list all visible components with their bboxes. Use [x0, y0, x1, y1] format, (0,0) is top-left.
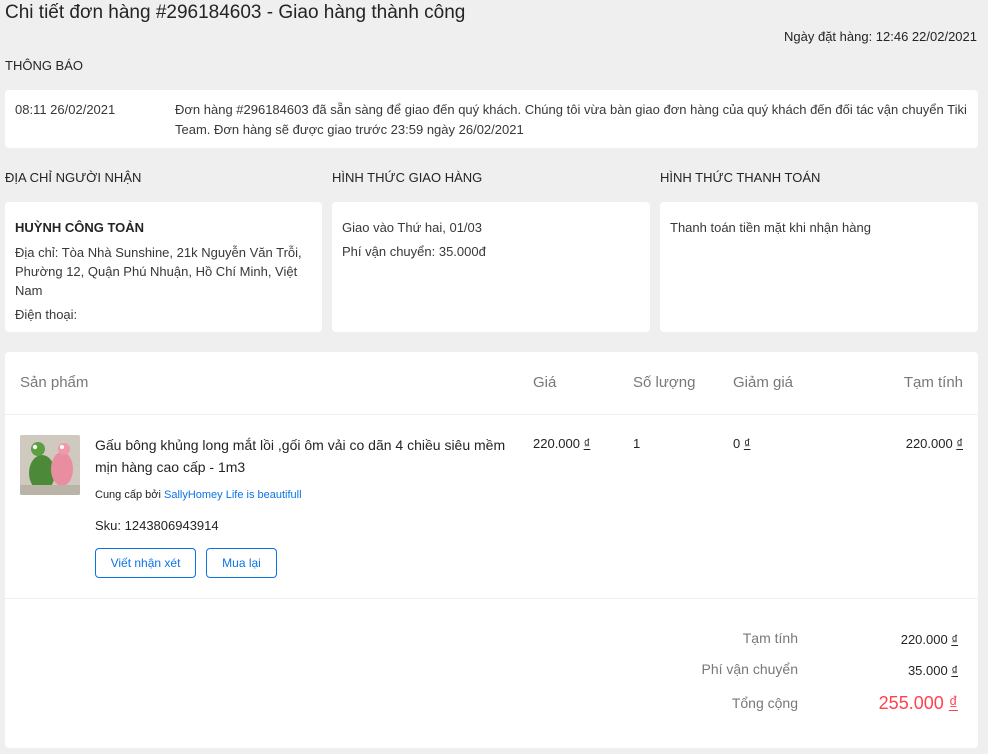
product-name[interactable]: Gấu bông khủng long mắt lồi ,gối ôm vải … [95, 434, 515, 478]
item-discount-value: 0 [733, 436, 744, 451]
shipping-heading: HÌNH THỨC GIAO HÀNG [332, 170, 483, 185]
write-review-button[interactable]: Viết nhận xét [95, 548, 196, 578]
item-price-value: 220.000 [533, 436, 584, 451]
product-image [20, 435, 80, 495]
address-card: HUỲNH CÔNG TOẢN Địa chỉ: Tòa Nhà Sunshin… [5, 202, 322, 332]
col-header-discount: Giảm giá [733, 374, 794, 391]
row-divider [5, 598, 978, 599]
item-subtotal-value: 220.000 [905, 436, 957, 451]
currency-symbol: ₫ [956, 436, 963, 451]
item-subtotal: 220.000 ₫ [906, 436, 963, 451]
col-header-subtotal: Tạm tính [903, 374, 963, 391]
order-items-table: Sản phẩm Giá Số lượng Giảm giá Tạm tính … [5, 352, 978, 748]
currency-symbol: ₫ [951, 632, 958, 647]
summary-shipping-value: 35.000 ₫ [908, 663, 958, 678]
seller-link[interactable]: SallyHomey Life is beautifull [164, 489, 302, 501]
payment-heading: HÌNH THỨC THANH TOÁN [660, 170, 821, 185]
seller-line: Cung cấp bởi SallyHomey Life is beautifu… [95, 489, 302, 501]
summary-shipping-amount: 35.000 [907, 663, 952, 678]
summary-subtotal-amount: 220.000 [900, 632, 952, 647]
payment-method: Thanh toán tiền mặt khi nhận hàng [670, 220, 871, 235]
product-thumbnail[interactable] [20, 435, 80, 495]
delivery-date: Giao vào Thứ hai, 01/03 [342, 220, 482, 235]
shipping-card: Giao vào Thứ hai, 01/03 Phí vận chuyển: … [332, 202, 650, 332]
summary-total-amount: 255.000 [878, 693, 949, 713]
item-discount: 0 ₫ [733, 436, 751, 451]
summary-total-value: 255.000 ₫ [879, 693, 958, 714]
item-price: 220.000 ₫ [533, 436, 590, 451]
currency-symbol: ₫ [948, 693, 958, 713]
order-date: Ngày đặt hàng: 12:46 22/02/2021 [784, 29, 977, 44]
recipient-phone: Điện thoại: [15, 307, 78, 322]
currency-symbol: ₫ [583, 436, 591, 451]
seller-prefix: Cung cấp bởi [95, 489, 164, 501]
order-status: Giao hàng thành công [278, 2, 466, 23]
currency-symbol: ₫ [743, 436, 751, 451]
item-quantity: 1 [633, 436, 641, 451]
header-divider [5, 414, 978, 415]
col-header-price: Giá [533, 374, 557, 391]
currency-symbol: ₫ [951, 663, 958, 678]
product-sku: Sku: 1243806943914 [95, 518, 219, 533]
order-id-text: Chi tiết đơn hàng #296184603 - [5, 2, 279, 23]
shipping-fee: Phí vận chuyển: 35.000đ [342, 244, 486, 259]
notice-heading: THÔNG BÁO [5, 58, 84, 73]
notice-card: 08:11 26/02/2021 Đơn hàng #296184603 đã … [5, 90, 978, 148]
rebuy-button[interactable]: Mua lại [206, 548, 277, 578]
page-title: Chi tiết đơn hàng #296184603 - Giao hàng… [5, 2, 465, 24]
summary-subtotal-value: 220.000 ₫ [901, 632, 958, 647]
address-heading: ĐỊA CHỈ NGƯỜI NHẬN [5, 170, 142, 185]
notice-message: Đơn hàng #296184603 đã sẵn sàng để giao … [175, 102, 967, 137]
summary-shipping-label: Phí vận chuyển [701, 661, 798, 677]
payment-card: Thanh toán tiền mặt khi nhận hàng [660, 202, 978, 332]
recipient-name: HUỲNH CÔNG TOẢN [15, 220, 145, 235]
col-header-product: Sản phẩm [20, 374, 89, 391]
col-header-quantity: Số lượng [633, 374, 696, 391]
summary-subtotal-label: Tạm tính [742, 630, 798, 646]
recipient-address: Địa chỉ: Tòa Nhà Sunshine, 21k Nguyễn Vă… [15, 245, 302, 298]
notice-time: 08:11 26/02/2021 [15, 102, 116, 117]
summary-total-label: Tổng cộng [731, 695, 798, 711]
